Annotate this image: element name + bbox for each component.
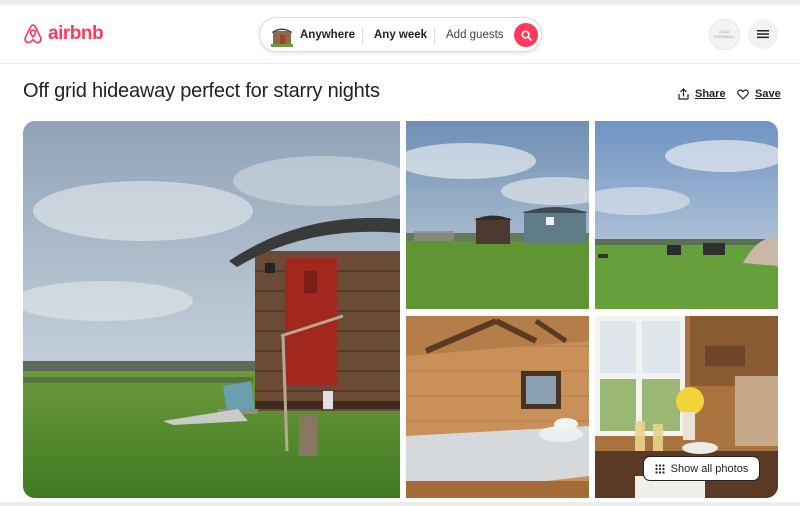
- field-seating-image: [595, 121, 778, 309]
- photo-gallery: [23, 121, 778, 498]
- share-button[interactable]: Share: [678, 88, 726, 100]
- show-all-photos-label: Show all photos: [670, 462, 749, 475]
- save-button[interactable]: Save: [737, 88, 781, 100]
- hut-thumbnail-icon: [271, 28, 293, 47]
- search-icon: [520, 29, 532, 41]
- site-header: airbnb Anywhere Any week Add guests AGUE…: [0, 5, 800, 64]
- search-guests-button[interactable]: Add guests: [446, 18, 504, 53]
- huts-field-image: [406, 121, 589, 309]
- search-submit-button[interactable]: [514, 23, 538, 47]
- search-divider: [362, 27, 363, 44]
- listing-title: Off grid hideaway perfect for starry nig…: [23, 80, 380, 102]
- hut-exterior-image: [23, 121, 400, 498]
- search-bar[interactable]: Anywhere Any week Add guests: [259, 17, 542, 52]
- main-menu-button[interactable]: [748, 19, 778, 49]
- search-location-button[interactable]: Anywhere: [300, 18, 355, 53]
- photo-huts-in-field[interactable]: [406, 121, 589, 309]
- hamburger-icon: [757, 30, 769, 39]
- airbnb-logo[interactable]: airbnb: [22, 22, 104, 46]
- search-divider: [434, 27, 435, 44]
- photo-field-with-seating[interactable]: [595, 121, 778, 309]
- share-label: Share: [695, 88, 726, 100]
- photo-hut-interior-bed[interactable]: [406, 316, 589, 498]
- share-icon: [678, 88, 689, 100]
- show-all-photos-button[interactable]: Show all photos: [643, 456, 760, 481]
- browser-bottom-edge: [0, 502, 800, 506]
- grid-dots-icon: [655, 463, 665, 474]
- photo-shepherds-hut-exterior[interactable]: [23, 121, 400, 498]
- save-label: Save: [755, 88, 781, 100]
- brand-wordmark: airbnb: [48, 23, 104, 44]
- search-dates-button[interactable]: Any week: [374, 18, 427, 53]
- airbnb-belo-icon: [24, 24, 42, 44]
- heart-icon: [737, 88, 749, 100]
- avatar-text: CORNWALL: [713, 34, 736, 39]
- interior-bed-image: [406, 316, 589, 498]
- user-avatar[interactable]: AGUE CORNWALL: [709, 19, 740, 50]
